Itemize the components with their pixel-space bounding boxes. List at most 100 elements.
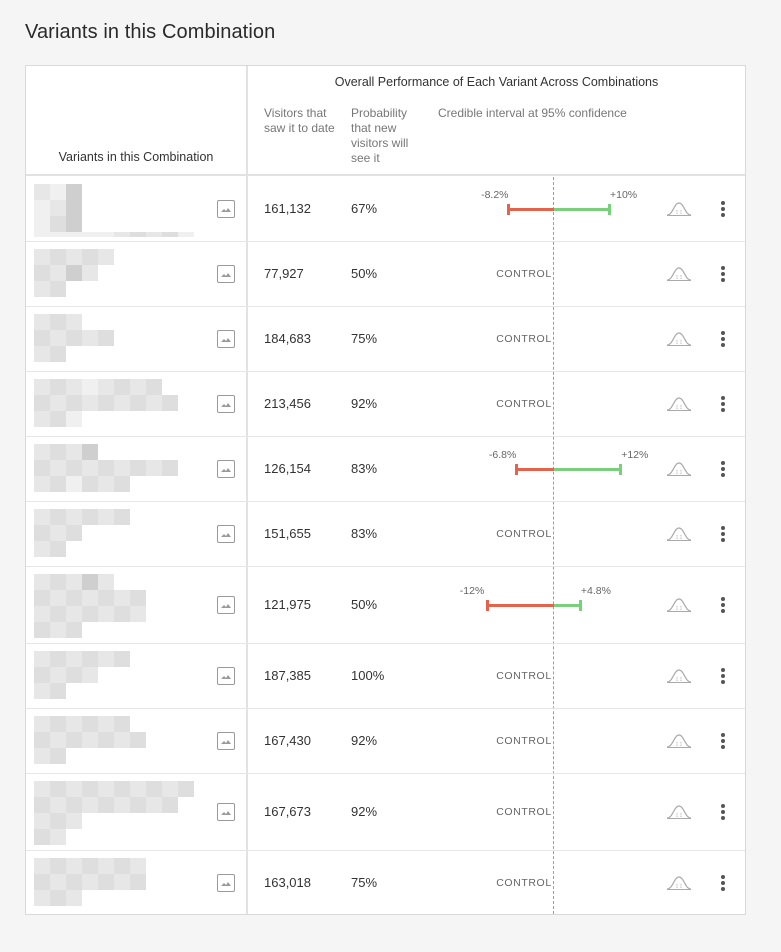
table-row: 121,975 50% -12% +4.8% <box>26 566 745 644</box>
image-icon[interactable] <box>217 873 235 892</box>
table-row: 187,385 100% CONTROL <box>26 643 745 709</box>
probability-cell: 92% <box>351 803 378 819</box>
interval-low-cap <box>514 463 518 475</box>
visitors-cell: 167,430 <box>264 732 311 748</box>
control-label: CONTROL <box>496 734 552 747</box>
image-icon[interactable] <box>217 731 235 750</box>
interval-high-cap <box>578 599 582 611</box>
visitors-cell: 121,975 <box>264 596 311 612</box>
more-vertical-icon[interactable] <box>721 330 727 349</box>
probability-cell: 50% <box>351 596 378 612</box>
bell-curve-icon[interactable] <box>666 266 692 287</box>
bell-curve-icon[interactable] <box>666 461 692 482</box>
probability-cell: 75% <box>351 330 378 346</box>
header-probability: Probability that new visitors will see i… <box>351 106 409 165</box>
variant-thumbnail <box>34 777 206 846</box>
header-visitors: Visitors that saw it to date <box>264 106 335 135</box>
table-row: 77,927 50% CONTROL <box>26 241 745 307</box>
probability-cell: 83% <box>351 460 378 476</box>
header-variants: Variants in this Combination <box>58 150 214 164</box>
table-row: 161,132 67% -8.2% +10% <box>26 176 745 242</box>
table-row: 184,683 75% CONTROL <box>26 306 745 372</box>
more-vertical-icon[interactable] <box>721 803 727 822</box>
bell-curve-icon[interactable] <box>666 597 692 618</box>
more-vertical-icon[interactable] <box>721 200 727 219</box>
image-icon[interactable] <box>217 459 235 478</box>
bell-curve-icon[interactable] <box>666 201 692 222</box>
interval-positive-bar <box>554 207 610 211</box>
more-vertical-icon[interactable] <box>721 874 727 893</box>
interval-high-cap <box>608 203 611 215</box>
table-row: 163,018 75% CONTROL <box>26 850 745 915</box>
more-vertical-icon[interactable] <box>721 265 727 284</box>
more-vertical-icon[interactable] <box>721 460 727 479</box>
visitors-cell: 161,132 <box>264 200 311 216</box>
interval-positive-bar <box>554 467 622 471</box>
bell-curve-icon[interactable] <box>666 668 692 689</box>
variant-thumbnail <box>34 505 206 562</box>
more-vertical-icon[interactable] <box>721 395 727 414</box>
probability-cell: 67% <box>351 200 378 216</box>
interval-low-label: -6.8% <box>488 448 517 461</box>
image-icon[interactable] <box>217 595 235 614</box>
image-icon[interactable] <box>217 394 235 413</box>
image-icon[interactable] <box>217 199 235 218</box>
page-title: Variants in this Combination <box>25 21 276 43</box>
table-row: 167,673 92% CONTROL <box>26 773 745 851</box>
variant-thumbnail <box>34 375 206 432</box>
visitors-cell: 213,456 <box>264 395 311 411</box>
more-vertical-icon[interactable] <box>721 667 727 686</box>
interval-high-label: +12% <box>621 448 649 461</box>
probability-cell: 92% <box>351 395 378 411</box>
interval-negative-bar <box>486 603 554 607</box>
more-vertical-icon[interactable] <box>721 525 727 544</box>
variant-thumbnail <box>34 440 206 497</box>
more-vertical-icon[interactable] <box>721 732 727 751</box>
control-label: CONTROL <box>496 527 552 540</box>
more-vertical-icon[interactable] <box>721 596 727 615</box>
control-label: CONTROL <box>496 876 552 889</box>
probability-cell: 92% <box>351 732 378 748</box>
visitors-cell: 151,655 <box>264 525 311 541</box>
visitors-cell: 163,018 <box>264 874 311 890</box>
header-credible-interval: Credible interval at 95% confidence <box>438 106 627 120</box>
variant-thumbnail <box>34 245 206 302</box>
control-label: CONTROL <box>496 805 552 818</box>
visitors-cell: 77,927 <box>264 265 304 281</box>
image-icon[interactable] <box>217 524 235 543</box>
interval-high-label: +10% <box>610 188 638 201</box>
variants-table: Variants in this Combination Overall Per… <box>25 65 746 915</box>
table-row: 151,655 83% CONTROL <box>26 501 745 567</box>
visitors-cell: 184,683 <box>264 330 311 346</box>
interval-negative-bar <box>508 207 554 211</box>
image-icon[interactable] <box>217 666 235 685</box>
bell-curve-icon[interactable] <box>666 396 692 417</box>
variant-thumbnail <box>34 570 206 639</box>
bell-curve-icon[interactable] <box>666 526 692 547</box>
variant-thumbnail <box>34 180 206 237</box>
image-icon[interactable] <box>217 264 235 283</box>
variant-thumbnail <box>34 712 206 769</box>
table-row: 126,154 83% -6.8% +12% <box>26 436 745 502</box>
probability-cell: 75% <box>351 874 378 890</box>
control-label: CONTROL <box>496 332 552 345</box>
interval-positive-bar <box>554 603 581 607</box>
interval-low-cap <box>485 599 489 611</box>
control-label: CONTROL <box>496 397 552 410</box>
bell-curve-icon[interactable] <box>666 331 692 352</box>
table-row: 167,430 92% CONTROL <box>26 708 745 774</box>
image-icon[interactable] <box>217 329 235 348</box>
variant-thumbnail <box>34 647 206 704</box>
probability-cell: 50% <box>351 265 378 281</box>
bell-curve-icon[interactable] <box>666 875 692 896</box>
interval-high-label: +4.8% <box>580 584 611 597</box>
bell-curve-icon[interactable] <box>666 733 692 754</box>
table-row: 213,456 92% CONTROL <box>26 371 745 437</box>
image-icon[interactable] <box>217 802 235 821</box>
interval-low-cap <box>507 203 511 215</box>
interval-low-label: -12% <box>459 584 485 597</box>
interval-high-cap <box>619 463 623 475</box>
bell-curve-icon[interactable] <box>666 804 692 825</box>
control-label: CONTROL <box>496 669 552 682</box>
header-overall-performance: Overall Performance of Each Variant Acro… <box>334 75 659 89</box>
